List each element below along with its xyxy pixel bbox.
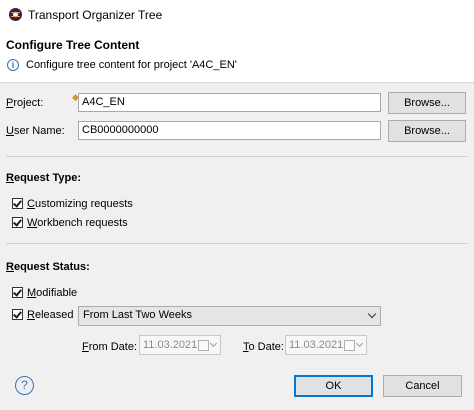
- calendar-icon[interactable]: [344, 340, 355, 351]
- calendar-icon[interactable]: [198, 340, 209, 351]
- ok-button[interactable]: OK: [294, 375, 373, 397]
- user-browse-button[interactable]: Browse...: [388, 120, 466, 142]
- separator: [6, 156, 468, 157]
- help-icon[interactable]: ?: [15, 376, 34, 395]
- chevron-down-icon: [367, 309, 377, 319]
- request-status-heading: Request Status:: [6, 261, 90, 273]
- released-range-dropdown[interactable]: From Last Two Weeks: [78, 306, 381, 326]
- cancel-button[interactable]: Cancel: [383, 375, 462, 397]
- customizing-label: Customizing requests: [27, 198, 133, 210]
- workbench-checkbox[interactable]: [12, 217, 23, 228]
- modifiable-checkbox[interactable]: [12, 287, 23, 298]
- project-browse-button[interactable]: Browse...: [388, 92, 466, 114]
- eclipse-icon: [9, 8, 22, 21]
- from-date-value: 11.03.2021: [143, 339, 198, 351]
- project-field[interactable]: A4C_EN: [78, 93, 381, 112]
- from-date-label: From Date:: [82, 341, 138, 353]
- from-date-field[interactable]: 11.03.2021: [139, 335, 221, 355]
- info-icon: i: [7, 59, 19, 71]
- to-date-value: 11.03.2021: [289, 339, 344, 351]
- modifiable-label: Modifiable: [27, 287, 78, 299]
- to-date-label: To Date:: [243, 341, 284, 353]
- user-name-field[interactable]: CB0000000000: [78, 121, 381, 140]
- request-type-heading: Request Type:: [6, 172, 81, 184]
- user-name-label: User Name:: [6, 125, 65, 137]
- released-label: Released: [27, 309, 74, 321]
- separator: [6, 243, 468, 244]
- chevron-down-icon[interactable]: [355, 339, 364, 348]
- released-range-value: From Last Two Weeks: [83, 309, 193, 321]
- customizing-checkbox[interactable]: [12, 198, 23, 209]
- to-date-field[interactable]: 11.03.2021: [285, 335, 367, 355]
- released-checkbox[interactable]: [12, 309, 23, 320]
- project-label: Project:: [6, 97, 44, 109]
- dialog-title: Configure Tree Content: [6, 38, 140, 52]
- chevron-down-icon[interactable]: [209, 339, 218, 348]
- window-title: Transport Organizer Tree: [28, 8, 163, 22]
- workbench-label: Workbench requests: [27, 217, 128, 229]
- info-message: Configure tree content for project 'A4C_…: [26, 59, 237, 71]
